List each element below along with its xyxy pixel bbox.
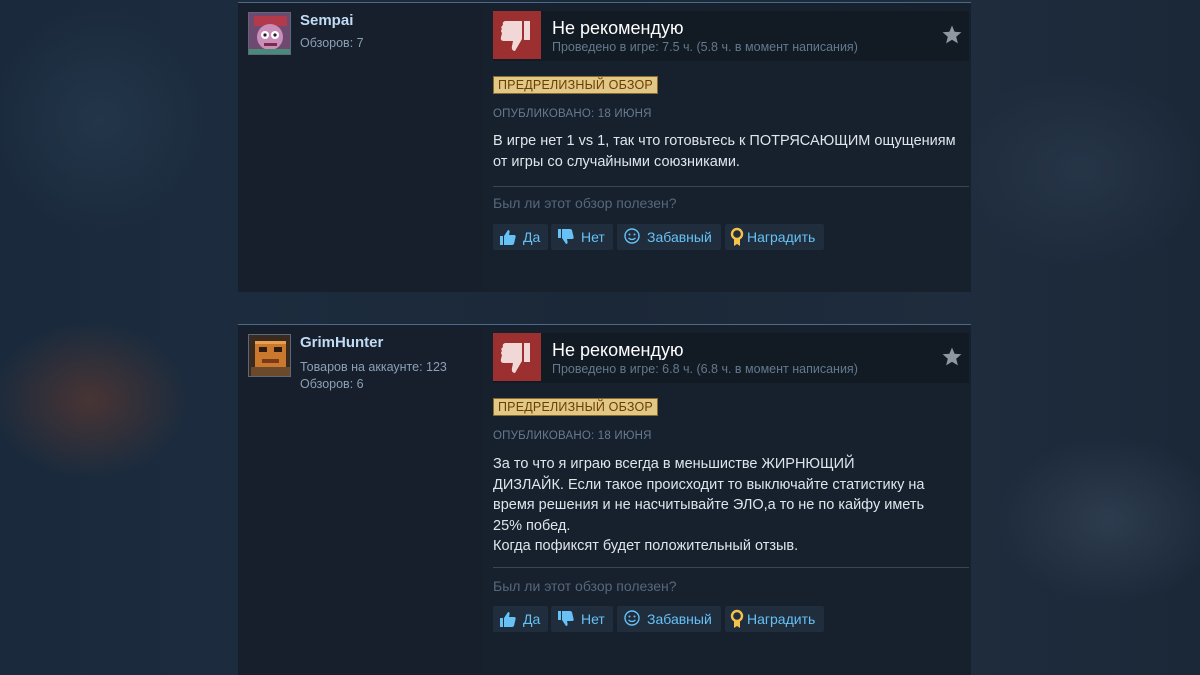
review-content: Не рекомендую Проведено в игре: 6.8 ч. (… <box>493 325 969 675</box>
products-count[interactable]: Товаров на аккаунте: 123 <box>300 360 447 374</box>
thumbs-up-icon <box>499 610 517 628</box>
review-author-panel: Sempai Обзоров: 7 <box>238 3 482 292</box>
award-label: Наградить <box>747 229 816 245</box>
review-author-panel: GrimHunter Товаров на аккаунте: 123 Обзо… <box>238 325 482 675</box>
vote-funny-label: Забавный <box>647 611 712 627</box>
posted-date: ОПУБЛИКОВАНО: 18 ИЮНЯ <box>493 430 652 442</box>
vote-funny-button[interactable]: Забавный <box>617 224 721 250</box>
hours-played: Проведено в игре: 7.5 ч. (5.8 ч. в момен… <box>552 40 858 54</box>
award-button[interactable]: Наградить <box>725 606 824 632</box>
vote-funny-button[interactable]: Забавный <box>617 606 721 632</box>
review-text-line: 25% побед. <box>493 517 571 534</box>
review-verdict[interactable]: Не рекомендую <box>552 18 683 39</box>
vote-yes-button[interactable]: Да <box>493 224 548 250</box>
thumbs-down-icon <box>557 610 575 628</box>
thumbs-down-icon[interactable] <box>493 333 541 381</box>
star-icon[interactable] <box>941 24 963 46</box>
vote-yes-label: Да <box>523 229 541 245</box>
thumbs-down-icon <box>557 228 575 246</box>
vote-no-button[interactable]: Нет <box>551 606 613 632</box>
review-text-line: За то что я играю всегда в меньшистве ЖИ… <box>493 456 855 472</box>
award-icon <box>730 227 744 247</box>
thumbs-up-icon <box>499 228 517 246</box>
helpful-question: Был ли этот обзор полезен? <box>493 578 677 594</box>
vote-no-button[interactable]: Нет <box>551 224 613 250</box>
avatar[interactable] <box>248 334 291 377</box>
review-card: Sempai Обзоров: 7 Не рекомендую Проведен… <box>238 2 971 292</box>
divider <box>493 186 969 187</box>
username[interactable]: GrimHunter <box>300 334 383 351</box>
vote-no-label: Нет <box>581 611 605 627</box>
review-text-line: Когда пофиксят будет положительный отзыв… <box>493 538 799 554</box>
review-text: В игре нет 1 vs 1, так что готовьтесь к … <box>493 133 956 170</box>
vote-yes-button[interactable]: Да <box>493 606 548 632</box>
review-count[interactable]: Обзоров: 7 <box>300 36 364 50</box>
vote-header: Не рекомендую Проведено в игре: 6.8 ч. (… <box>493 333 969 383</box>
review-count[interactable]: Обзоров: 6 <box>300 377 364 391</box>
username[interactable]: Sempai <box>300 12 353 29</box>
vote-funny-label: Забавный <box>647 229 712 245</box>
award-button[interactable]: Наградить <box>725 224 824 250</box>
smiley-icon <box>623 610 641 628</box>
divider <box>493 567 969 568</box>
vote-header: Не рекомендую Проведено в игре: 7.5 ч. (… <box>493 11 969 61</box>
rating-buttons: Да Нет Забавный Наградить <box>493 606 969 632</box>
star-icon[interactable] <box>941 346 963 368</box>
rating-buttons: Да Нет Забавный Наградить <box>493 224 969 250</box>
award-label: Наградить <box>747 611 816 627</box>
award-icon <box>730 609 744 629</box>
early-access-badge: ПРЕДРЕЛИЗНЫЙ ОБЗОР <box>493 398 658 416</box>
review-card: GrimHunter Товаров на аккаунте: 123 Обзо… <box>238 324 971 675</box>
review-text: За то что я играю всегда в меньшистве ЖИ… <box>493 454 963 557</box>
early-access-badge: ПРЕДРЕЛИЗНЫЙ ОБЗОР <box>493 76 658 94</box>
vote-yes-label: Да <box>523 611 541 627</box>
avatar[interactable] <box>248 12 291 55</box>
hours-played: Проведено в игре: 6.8 ч. (6.8 ч. в момен… <box>552 362 858 376</box>
posted-date: ОПУБЛИКОВАНО: 18 ИЮНЯ <box>493 108 652 120</box>
review-text-line: ДИЗЛАЙК. Если такое происходит то выключ… <box>493 476 925 493</box>
review-text-line: время решения и не насчитывайте ЭЛО,а то… <box>493 497 925 513</box>
review-content: Не рекомендую Проведено в игре: 7.5 ч. (… <box>493 3 969 292</box>
smiley-icon <box>623 228 641 246</box>
vote-no-label: Нет <box>581 229 605 245</box>
review-verdict[interactable]: Не рекомендую <box>552 340 683 361</box>
helpful-question: Был ли этот обзор полезен? <box>493 195 677 211</box>
thumbs-down-icon[interactable] <box>493 11 541 59</box>
